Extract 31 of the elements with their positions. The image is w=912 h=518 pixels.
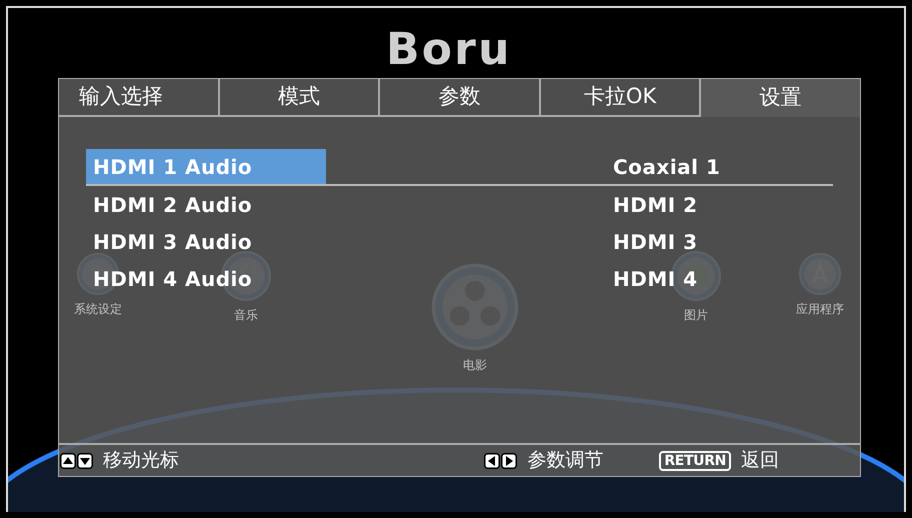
app-label: 音乐 xyxy=(234,307,258,324)
source-label: HDMI 3 Audio xyxy=(93,228,252,256)
menu-tab[interactable]: 输入选择 xyxy=(59,79,218,117)
hint-label: 返回 xyxy=(741,448,779,474)
hint-label: 移动光标 xyxy=(103,448,179,474)
up-arrow-key-icon xyxy=(60,452,76,468)
right-arrow-key-icon xyxy=(501,452,518,468)
menu-tab[interactable]: 模式 xyxy=(218,79,378,117)
audio-setting-row[interactable]: HDMI 2 Audio HDMI 2 xyxy=(86,186,833,223)
source-label: HDMI 1 Audio xyxy=(93,154,252,180)
audio-setting-row[interactable]: HDMI 4 Audio HDMI 4 xyxy=(86,260,833,297)
app-label: 图片 xyxy=(684,307,708,324)
app-label: 系统设定 xyxy=(74,301,122,318)
audio-setting-row[interactable]: HDMI 1 Audio Coaxial 1 xyxy=(86,149,833,186)
output-value: HDMI 4 xyxy=(613,266,698,292)
source-label: HDMI 2 Audio xyxy=(93,192,252,218)
app-label: 电影 xyxy=(463,357,487,374)
output-value: HDMI 2 xyxy=(613,192,698,218)
output-value: HDMI 3 xyxy=(613,228,698,256)
source-label: HDMI 4 Audio xyxy=(93,266,252,292)
hint-label: 参数调节 xyxy=(527,448,604,474)
menu-tab[interactable]: 参数 xyxy=(378,79,539,117)
brand-logo: Boru xyxy=(386,28,512,72)
output-value: Coaxial 1 xyxy=(613,154,720,180)
down-arrow-key-icon xyxy=(77,452,93,468)
menu-tab[interactable]: 卡拉OK xyxy=(538,79,700,117)
return-key: RETURN xyxy=(659,450,731,470)
app-label: 应用程序 xyxy=(796,301,844,318)
left-arrow-key-icon xyxy=(484,452,500,468)
menu-tab[interactable]: 设置 xyxy=(699,79,860,117)
audio-setting-row[interactable]: HDMI 3 Audio HDMI 3 xyxy=(86,223,833,260)
